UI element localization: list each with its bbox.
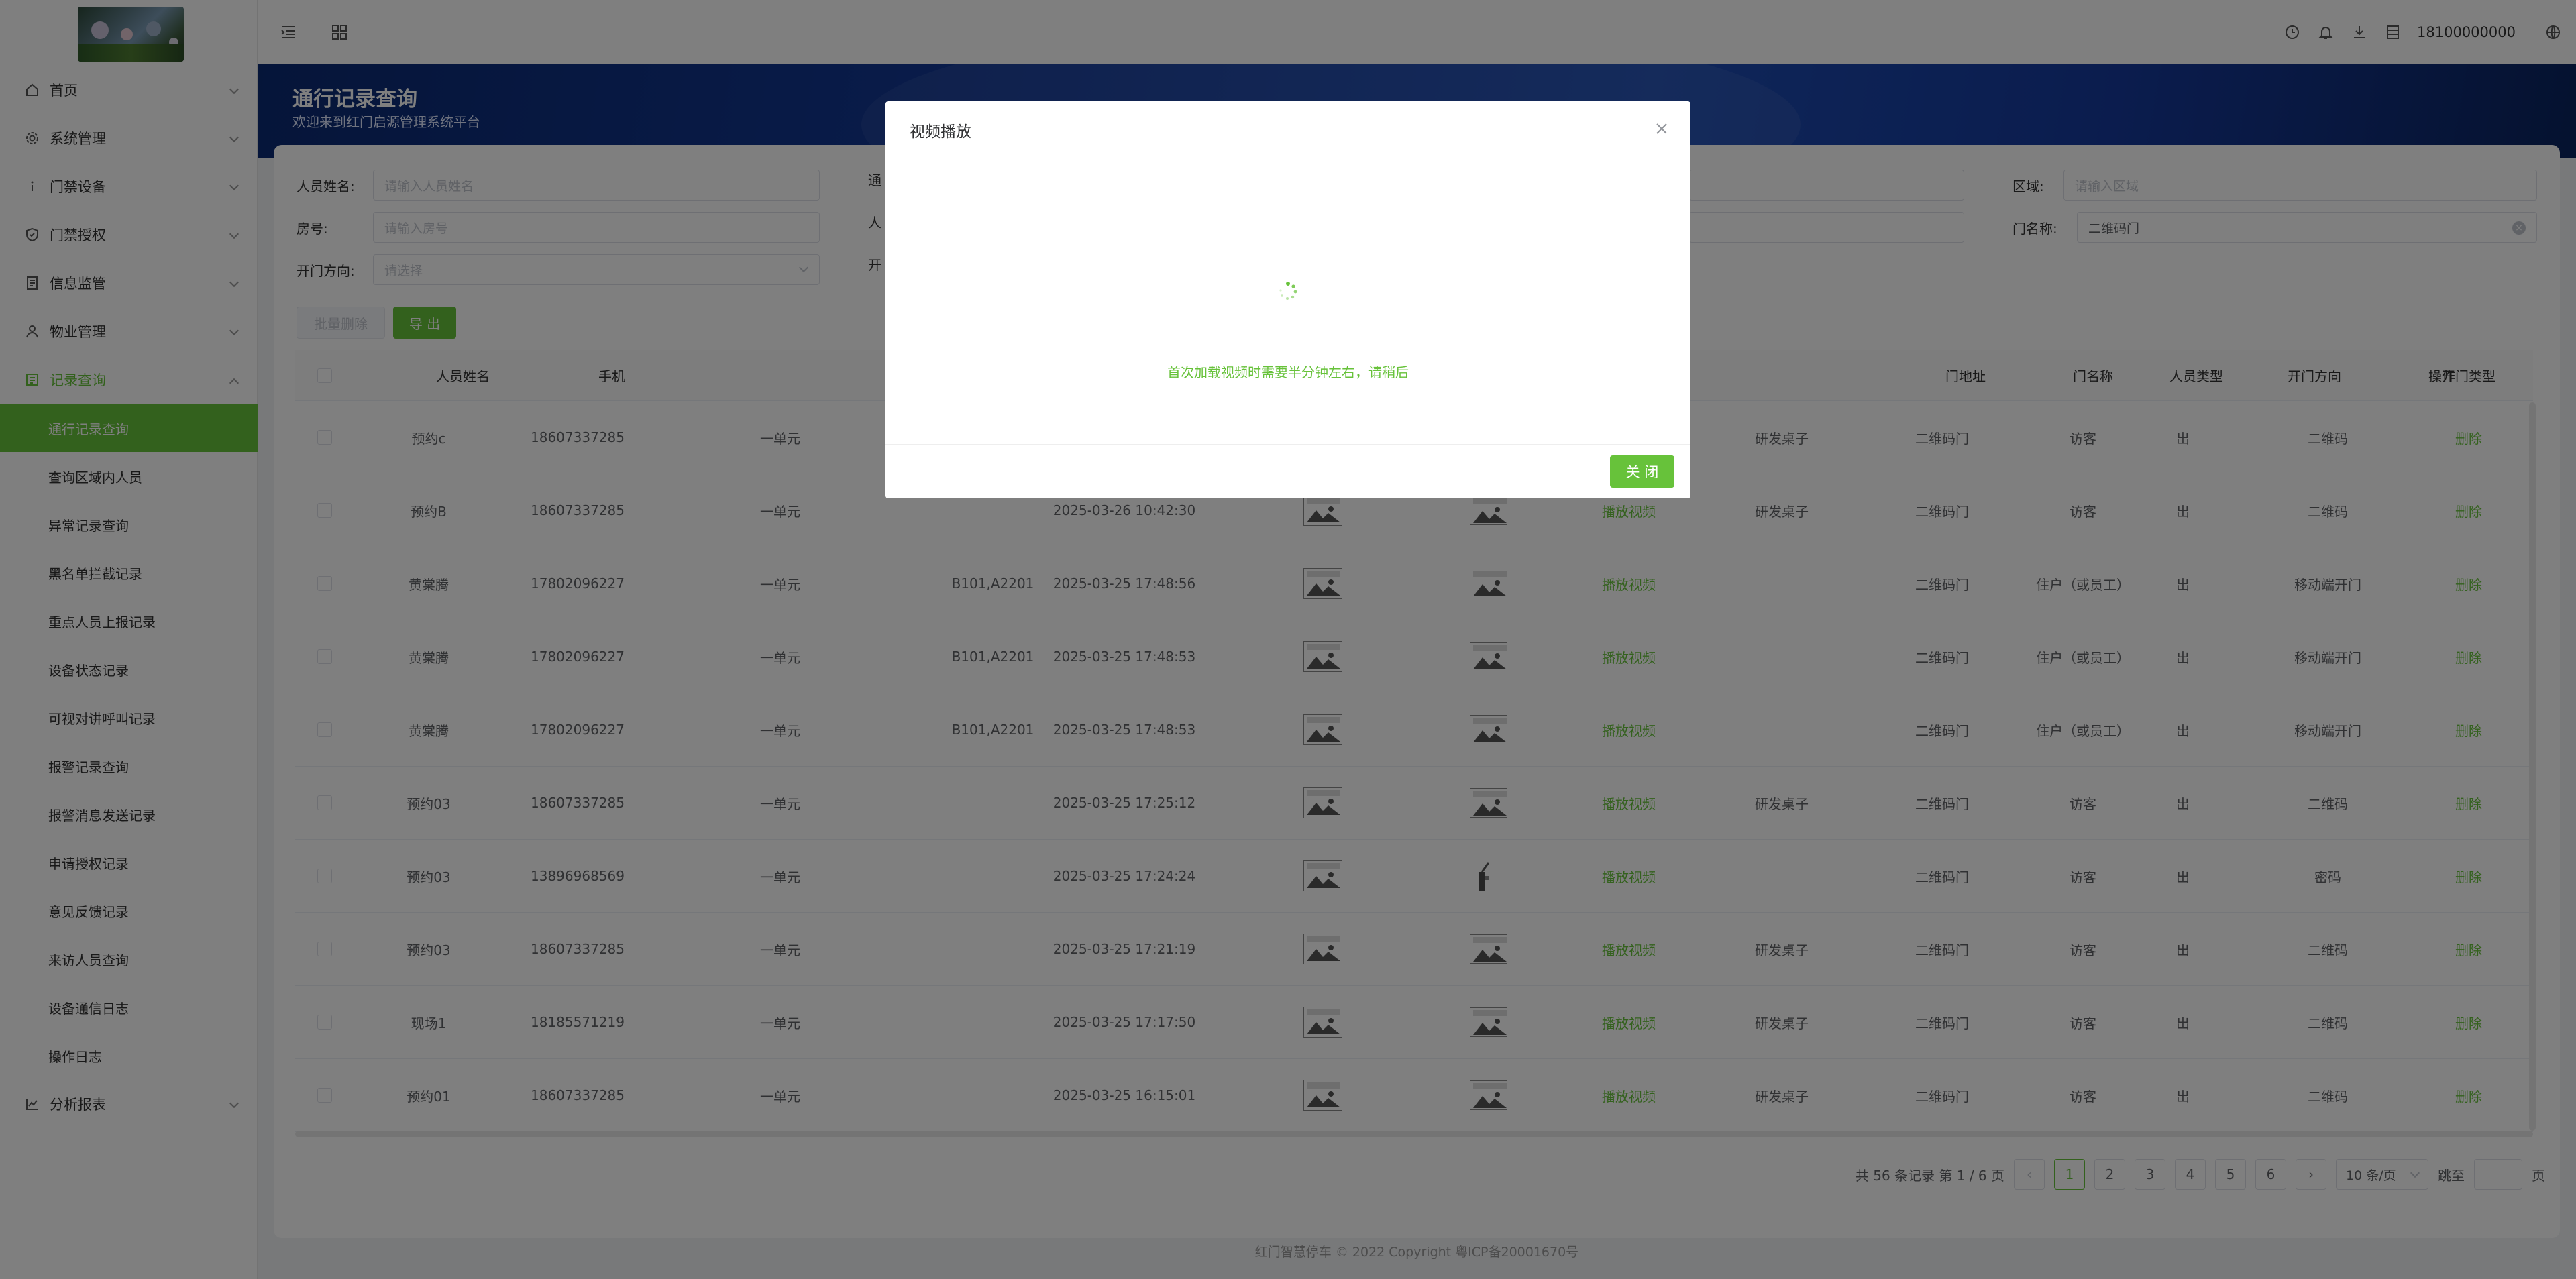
modal-body: 首次加载视频时需要半分钟左右，请稍后 (885, 156, 1690, 445)
modal-header: 视频播放 (885, 101, 1690, 156)
close-icon[interactable] (1653, 120, 1670, 137)
modal-title: 视频播放 (910, 123, 971, 141)
close-button[interactable]: 关 闭 (1610, 455, 1674, 488)
loading-text: 首次加载视频时需要半分钟左右，请稍后 (1167, 364, 1409, 380)
video-modal: 视频播放 首次加载视频时需要半分钟左右，请稍后 关 闭 (885, 101, 1690, 498)
loading-spinner-icon (1278, 281, 1298, 301)
